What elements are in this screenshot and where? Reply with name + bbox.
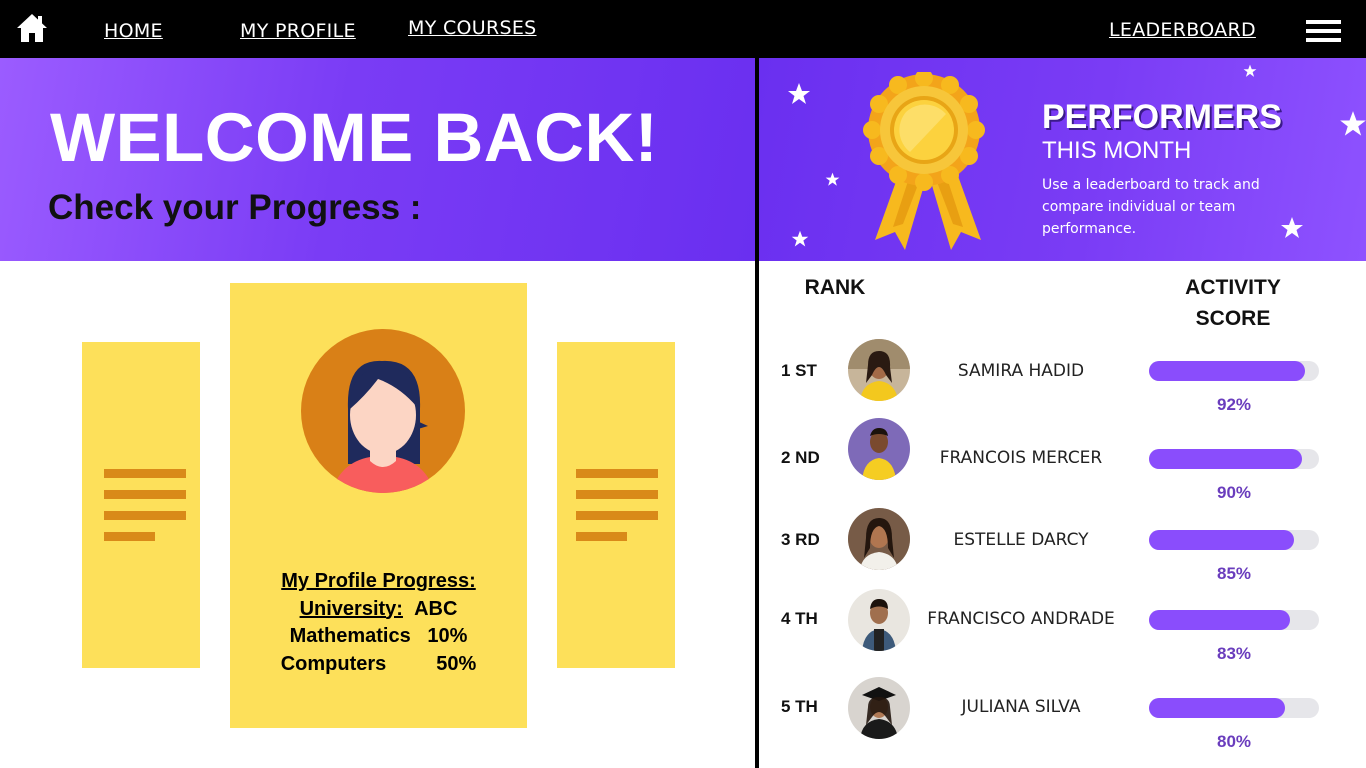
subject-name: Computers: [280, 652, 387, 675]
star-icon: [825, 172, 840, 186]
score-bar-fill: [1149, 530, 1294, 550]
score-percent: 83%: [1216, 644, 1252, 663]
score-percent: 80%: [1216, 732, 1252, 751]
dashboard-page: HOME MY PROFILE MY COURSES LEADERBOARD W…: [0, 0, 1366, 768]
rank-label: 1 ST: [781, 361, 817, 380]
score-percent: 85%: [1216, 564, 1252, 583]
welcome-banner: WELCOME BACK! Check your Progress :: [0, 58, 755, 261]
leaderboard-row[interactable]: 3 RD ESTELLE DARCY 85%: [759, 508, 1366, 588]
score-bar-fill: [1149, 698, 1285, 718]
user-name: JULIANA SILVA: [961, 697, 1081, 717]
profile-progress-card: My Profile Progress: University: ABC Mat…: [230, 283, 527, 728]
nav-link-my-courses[interactable]: MY COURSES: [408, 17, 537, 39]
user-photo: [848, 418, 910, 480]
score-bar: [1149, 530, 1319, 550]
user-name: SAMIRA HADID: [957, 361, 1085, 381]
performers-banner: PERFORMERS THIS MONTH Use a leaderboard …: [759, 58, 1366, 261]
rank-column-header: RANK: [804, 276, 866, 299]
performers-description: Use a leaderboard to track and compare i…: [1042, 177, 1260, 237]
profile-progress-heading: My Profile Progress:: [281, 570, 476, 592]
rank-label: 3 RD: [781, 530, 820, 549]
side-card-left: [82, 342, 200, 668]
user-photo: [848, 339, 910, 401]
score-bar: [1149, 698, 1319, 718]
star-icon: [1243, 64, 1257, 77]
nav-link-my-profile[interactable]: MY PROFILE: [240, 20, 356, 42]
avatar: [301, 329, 465, 493]
rank-label: 4 TH: [781, 609, 818, 628]
subject-value: 50%: [436, 652, 477, 675]
score-bar-fill: [1149, 610, 1291, 630]
leaderboard-row[interactable]: 5 TH JULIANA SILVA 80%: [759, 677, 1366, 757]
performers-title: PERFORMERS: [1042, 98, 1282, 136]
side-card-right: [557, 342, 675, 668]
rank-label: 5 TH: [781, 697, 818, 716]
star-icon: [1281, 217, 1303, 238]
profile-progress-details: My Profile Progress: University: ABC Mat…: [230, 568, 527, 678]
subject-name: Mathematics: [289, 625, 411, 647]
score-percent: 92%: [1216, 395, 1252, 414]
score-bar: [1149, 361, 1319, 381]
star-icon: [791, 230, 809, 247]
user-photo: [848, 508, 910, 570]
score-percent: 90%: [1216, 483, 1252, 502]
score-bar-fill: [1149, 449, 1302, 469]
rank-label: 2 ND: [781, 448, 820, 467]
performers-subtitle: THIS MONTH: [1042, 137, 1192, 164]
score-bar: [1149, 449, 1319, 469]
user-photo: [848, 589, 910, 651]
star-icon: [1340, 111, 1366, 136]
leaderboard-row[interactable]: 1 ST SAMIRA HADID 92%: [759, 339, 1366, 419]
nav-link-home[interactable]: HOME: [104, 20, 163, 42]
user-name: FRANCOIS MERCER: [939, 448, 1103, 468]
top-nav-bar: HOME MY PROFILE MY COURSES LEADERBOARD: [0, 0, 1366, 58]
home-icon[interactable]: [15, 11, 49, 45]
score-column-header-line1: ACTIVITY: [1185, 276, 1281, 299]
user-name: FRANCISCO ANDRADE: [927, 609, 1115, 629]
score-bar: [1149, 610, 1319, 630]
hamburger-menu-icon[interactable]: [1306, 20, 1341, 42]
award-ribbon-icon: [863, 72, 985, 250]
nav-link-leaderboard[interactable]: LEADERBOARD: [1109, 19, 1256, 41]
welcome-title: WELCOME BACK!: [50, 99, 659, 176]
university-value: ABC: [414, 597, 458, 620]
user-photo: [848, 677, 910, 739]
leaderboard-row[interactable]: 4 TH FRANCISCO ANDRADE 83%: [759, 589, 1366, 669]
leaderboard-row[interactable]: 2 ND FRANCOIS MERCER 90%: [759, 418, 1366, 502]
university-label: University:: [299, 597, 403, 620]
score-bar-fill: [1149, 361, 1306, 381]
star-icon: [788, 83, 810, 104]
user-name: ESTELLE DARCY: [953, 530, 1089, 550]
score-column-header-line2: SCORE: [1195, 307, 1271, 330]
subject-value: 10%: [427, 625, 468, 647]
progress-subtitle: Check your Progress :: [48, 188, 422, 227]
